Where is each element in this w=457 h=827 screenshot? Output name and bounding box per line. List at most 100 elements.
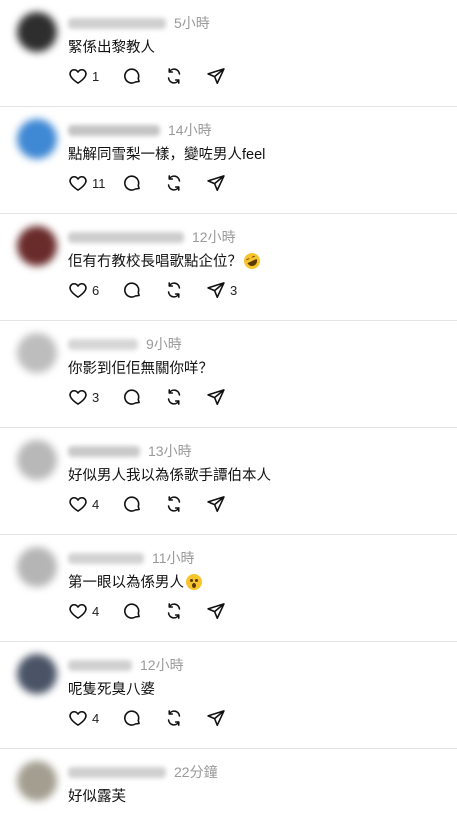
rofl-emoji-icon: [241, 250, 263, 272]
comment-header: 22分鐘: [68, 763, 218, 781]
comment-feed: 5小時 緊係出黎教人 1 14小時 點解同雪梨一樣，變咗男人feel 11 12小時 佢有冇教…: [0, 0, 457, 827]
share-button[interactable]: [206, 708, 226, 728]
heart-icon: [68, 601, 88, 621]
heart-icon: [68, 173, 88, 193]
username-blurred[interactable]: [68, 766, 166, 778]
avatar[interactable]: [17, 654, 57, 694]
comment-text-content: 佢有冇教校長唱歌點企位？: [68, 254, 242, 270]
share-icon: [206, 173, 226, 193]
comment-icon: [122, 66, 142, 86]
comment-text: 好似露芙: [68, 785, 126, 806]
heart-icon: [68, 387, 88, 407]
comment-item: 11小時第一眼以為係男人 4: [0, 535, 457, 642]
share-button[interactable]: [206, 601, 226, 621]
shocked-emoji-icon: [186, 574, 202, 590]
share-icon: [206, 494, 226, 514]
comment-text-content: 你影到佢佢無關你咩？: [68, 361, 213, 377]
share-icon: [206, 601, 226, 621]
avatar[interactable]: [17, 226, 57, 266]
timestamp: 13小時: [148, 443, 192, 459]
like-button[interactable]: 3: [68, 387, 99, 407]
share-button[interactable]: [206, 66, 226, 86]
share-icon: [206, 66, 226, 86]
repost-button[interactable]: [164, 280, 184, 300]
avatar[interactable]: [17, 333, 57, 373]
comment-button[interactable]: [122, 173, 142, 193]
share-icon: [206, 280, 226, 300]
comment-button[interactable]: [122, 280, 142, 300]
comment-header: 12小時: [68, 228, 236, 246]
comment-text: 第一眼以為係男人: [68, 571, 202, 592]
repost-button[interactable]: [164, 173, 184, 193]
like-count: 4: [92, 603, 100, 619]
heart-icon: [68, 708, 88, 728]
timestamp: 5小時: [174, 15, 210, 31]
repost-button[interactable]: [164, 601, 184, 621]
comment-button[interactable]: [122, 708, 142, 728]
comment-header: 5小時: [68, 14, 210, 32]
share-icon: [206, 387, 226, 407]
repost-icon: [164, 387, 184, 407]
comment-button[interactable]: [122, 387, 142, 407]
comment-text: 點解同雪梨一樣，變咗男人feel: [68, 143, 265, 164]
share-button[interactable]: [206, 494, 226, 514]
avatar[interactable]: [17, 440, 57, 480]
repost-button[interactable]: [164, 387, 184, 407]
comment-icon: [122, 708, 142, 728]
comment-icon: [122, 173, 142, 193]
username-blurred[interactable]: [68, 659, 132, 671]
comment-text-content: 點解同雪梨一樣，變咗男人feel: [68, 147, 266, 163]
comment-text: 你影到佢佢無關你咩？: [68, 357, 213, 378]
repost-button[interactable]: [164, 708, 184, 728]
repost-icon: [164, 280, 184, 300]
timestamp: 11小時: [152, 550, 195, 566]
avatar[interactable]: [17, 12, 57, 52]
like-button[interactable]: 4: [68, 601, 99, 621]
share-button[interactable]: [206, 387, 226, 407]
comment-button[interactable]: [122, 66, 142, 86]
like-button[interactable]: 6: [68, 280, 99, 300]
share-icon: [206, 708, 226, 728]
comment-item: 9小時你影到佢佢無關你咩？ 3: [0, 321, 457, 428]
comment-button[interactable]: [122, 601, 142, 621]
username-blurred[interactable]: [68, 552, 144, 564]
timestamp: 9小時: [146, 336, 182, 352]
comment-text: 好似男人我以為係歌手譚伯本人: [68, 464, 271, 485]
avatar[interactable]: [17, 547, 57, 587]
username-blurred[interactable]: [68, 17, 166, 29]
heart-icon: [68, 280, 88, 300]
comment-icon: [122, 387, 142, 407]
comment-text-content: 呢隻死臭八婆: [68, 682, 155, 698]
share-count: 3: [230, 282, 238, 298]
repost-icon: [164, 173, 184, 193]
like-count: 1: [92, 68, 100, 84]
comment-icon: [122, 601, 142, 621]
like-button[interactable]: 1: [68, 66, 99, 86]
repost-button[interactable]: [164, 494, 184, 514]
comment-header: 13小時: [68, 442, 192, 460]
like-button[interactable]: 11: [68, 173, 106, 193]
repost-icon: [164, 708, 184, 728]
comment-text-content: 第一眼以為係男人: [68, 575, 184, 591]
username-blurred[interactable]: [68, 231, 184, 243]
username-blurred[interactable]: [68, 445, 140, 457]
like-button[interactable]: 4: [68, 494, 99, 514]
comment-item: 12小時呢隻死臭八婆 4: [0, 642, 457, 749]
comment-icon: [122, 280, 142, 300]
comment-text: 呢隻死臭八婆: [68, 678, 155, 699]
username-blurred[interactable]: [68, 124, 160, 136]
share-button[interactable]: 3: [206, 280, 237, 300]
comment-button[interactable]: [122, 494, 142, 514]
repost-button[interactable]: [164, 66, 184, 86]
comment-header: 12小時: [68, 656, 184, 674]
avatar[interactable]: [17, 761, 57, 801]
share-button[interactable]: [206, 173, 226, 193]
comment-item: 14小時 點解同雪梨一樣，變咗男人feel 11: [0, 107, 457, 214]
like-button[interactable]: 4: [68, 708, 99, 728]
like-count: 4: [92, 710, 100, 726]
repost-icon: [164, 601, 184, 621]
username-blurred[interactable]: [68, 338, 138, 350]
comment-item: 5小時 緊係出黎教人 1: [0, 0, 457, 107]
timestamp: 22分鐘: [174, 764, 218, 780]
avatar[interactable]: [17, 119, 57, 159]
